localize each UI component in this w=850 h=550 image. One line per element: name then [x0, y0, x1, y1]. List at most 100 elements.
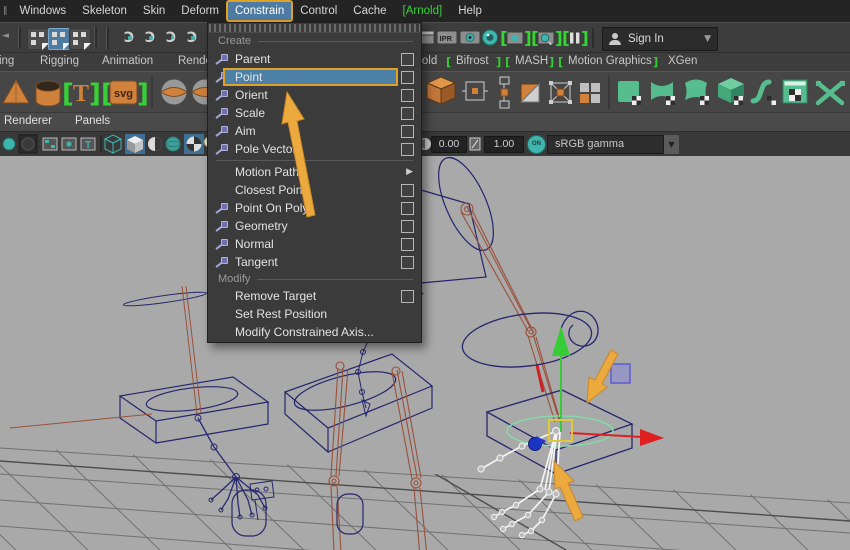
menu-skeleton[interactable]: Skeleton [75, 2, 134, 20]
menu-item-point-on-poly[interactable]: Point On Poly [208, 199, 421, 217]
material-override-icon[interactable] [184, 134, 204, 154]
mash-scatter-icon[interactable] [816, 81, 845, 103]
toolbox-collapse-icon[interactable]: ◄ [2, 31, 9, 41]
arnold-pause-icon[interactable]: [ ] [562, 29, 589, 49]
snap-to-grid-icon[interactable]: C [116, 30, 134, 47]
mash-waiter-icon[interactable] [618, 81, 641, 105]
gamma-icon[interactable] [468, 132, 482, 156]
menu-item-orient[interactable]: Orient [208, 86, 421, 104]
cluster-icon[interactable] [549, 81, 572, 104]
statusline-separator[interactable] [592, 28, 594, 48]
tab-sculpting[interactable]: Sculpting [0, 55, 14, 67]
chevron-down-icon[interactable]: ▼ [704, 34, 711, 44]
camera-lock-icon[interactable] [3, 138, 15, 150]
fold-plane-icon[interactable] [521, 84, 539, 102]
panel-menu-panels[interactable]: Panels [75, 115, 110, 127]
sign-in-button[interactable]: Sign In ▼ [602, 27, 718, 51]
menu-item-geometry[interactable]: Geometry [208, 217, 421, 235]
menu-item-scale[interactable]: Scale [208, 104, 421, 122]
tab-mash[interactable]: MASH [515, 55, 548, 67]
panel-menu-renderer[interactable]: Renderer [4, 115, 52, 127]
render-ball-icon[interactable] [483, 30, 498, 45]
option-box[interactable] [401, 184, 414, 197]
color-space-dropdown[interactable]: sRGB gamma [547, 135, 664, 154]
snap-to-curve-icon[interactable]: C [137, 30, 155, 47]
grease-pencil-icon[interactable] [19, 135, 37, 153]
statusline-separator[interactable] [18, 27, 21, 49]
gate-mask-icon[interactable]: T [81, 138, 95, 151]
menu-control[interactable]: Control [293, 2, 344, 20]
statusline-separator[interactable] [94, 27, 97, 49]
menu-item-set-rest-position[interactable]: Set Rest Position [208, 305, 421, 323]
tab-xgen[interactable]: XGen [668, 55, 697, 67]
select-hierarchy-icon[interactable] [27, 28, 49, 50]
tab-rigging[interactable]: Rigging [40, 55, 79, 67]
option-box[interactable] [401, 53, 414, 66]
resolution-gate-icon[interactable] [62, 138, 76, 150]
option-box[interactable] [401, 143, 414, 156]
menu-item-aim[interactable]: Aim [208, 122, 421, 140]
combine-icon[interactable] [161, 79, 187, 105]
menu-skin[interactable]: Skin [136, 2, 172, 20]
option-box[interactable] [401, 71, 414, 84]
select-object-icon[interactable] [48, 28, 70, 50]
menu-item-remove-target[interactable]: Remove Target [208, 287, 421, 305]
arnold-render-settings-icon[interactable]: [ ] [531, 29, 563, 49]
tab-motion-graphics[interactable]: Motion Graphics [568, 55, 652, 67]
polygon-pyramid-icon[interactable] [3, 80, 29, 103]
tab-animation[interactable]: Animation [102, 55, 153, 67]
menu-item-parent[interactable]: Parent [208, 50, 421, 68]
option-box[interactable] [401, 89, 414, 102]
mash-spline-icon[interactable] [753, 82, 776, 105]
menu-cache[interactable]: Cache [346, 2, 393, 20]
textured-mode-icon[interactable] [166, 137, 180, 151]
menu-item-pole-vector[interactable]: Pole Vector [208, 140, 421, 158]
svg-tool-icon[interactable]: [ svg ] [101, 79, 149, 109]
arnold-render-icon[interactable]: [ ] [500, 29, 532, 49]
lattice-icon[interactable] [500, 77, 509, 108]
polygon-pipe-icon[interactable] [36, 81, 60, 106]
edit-pivot-icon[interactable] [462, 82, 488, 100]
select-component-icon[interactable] [69, 28, 91, 50]
menu-item-tangent[interactable]: Tangent [208, 253, 421, 271]
menu-windows[interactable]: Windows [13, 2, 74, 20]
ipr-render-icon[interactable]: IPR [437, 31, 457, 44]
type-tool-icon[interactable]: [ T ] [62, 79, 101, 109]
color-management-toggle[interactable]: ON [527, 135, 546, 154]
menu-arnold[interactable]: [Arnold] [396, 2, 450, 20]
menu-item-point[interactable]: Point [208, 68, 421, 86]
polygon-cube-icon[interactable] [427, 77, 455, 104]
lighting-mode-icon[interactable] [148, 137, 162, 151]
wireframe-mode-icon[interactable] [105, 135, 121, 153]
menu-constrain[interactable]: Constrain [228, 2, 291, 20]
shaded-mode-icon[interactable] [125, 134, 145, 154]
render-settings-icon[interactable] [460, 31, 480, 44]
option-box[interactable] [401, 125, 414, 138]
option-box[interactable] [401, 290, 414, 303]
option-box[interactable] [401, 202, 414, 215]
mash-cube-icon[interactable] [718, 78, 744, 105]
option-box[interactable] [401, 107, 414, 120]
mash-flag-icon[interactable] [685, 80, 709, 106]
film-gate-icon[interactable] [43, 138, 57, 150]
snap-to-plane-icon[interactable]: C [179, 30, 197, 47]
color-space-dropdown-arrow[interactable]: ▼ [664, 135, 679, 154]
gamma-field[interactable]: 1.00 [484, 136, 524, 153]
mash-curve-icon[interactable] [651, 82, 675, 105]
menu-tearoff-handle[interactable] [209, 24, 420, 33]
menu-item-closest-point[interactable]: Closest Point [208, 181, 421, 199]
menu-deform[interactable]: Deform [174, 2, 226, 20]
option-box[interactable] [401, 238, 414, 251]
snap-to-point-icon[interactable]: C [158, 30, 176, 47]
exposure-field[interactable]: 0.00 [431, 136, 467, 153]
option-box[interactable] [401, 220, 414, 233]
option-box[interactable] [401, 256, 414, 269]
menu-item-normal[interactable]: Normal [208, 235, 421, 253]
viewport-3d[interactable] [0, 155, 850, 550]
menu-item-motion-paths[interactable]: Motion Paths▶ [208, 163, 421, 181]
menu-item-modify-constrained-axis[interactable]: Modify Constrained Axis... [208, 323, 421, 341]
menu-help[interactable]: Help [451, 2, 489, 20]
tab-bifrost[interactable]: Bifrost [456, 55, 489, 67]
mash-window-icon[interactable] [783, 80, 807, 103]
statusline-separator[interactable] [106, 27, 109, 49]
